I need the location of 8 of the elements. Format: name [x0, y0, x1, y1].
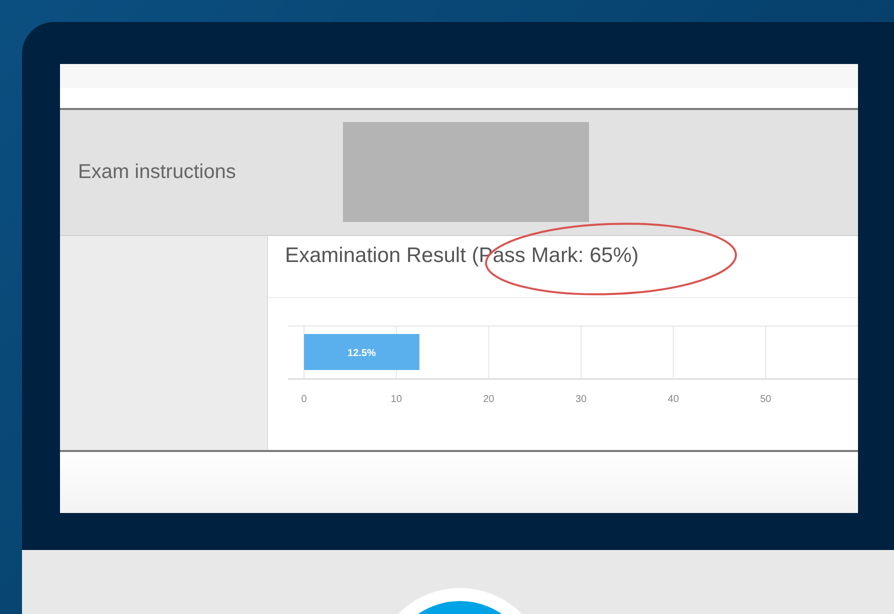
tick-label: 30 — [575, 394, 587, 405]
tick-label: 50 — [760, 394, 772, 405]
tick-label: 40 — [668, 394, 679, 405]
tick-label: 20 — [483, 394, 494, 405]
bar-label: 12.5% — [348, 348, 376, 359]
header-label: Exam instructions — [77, 161, 237, 184]
tick-label: 10 — [390, 394, 402, 405]
tick-label: 0 — [301, 394, 307, 405]
